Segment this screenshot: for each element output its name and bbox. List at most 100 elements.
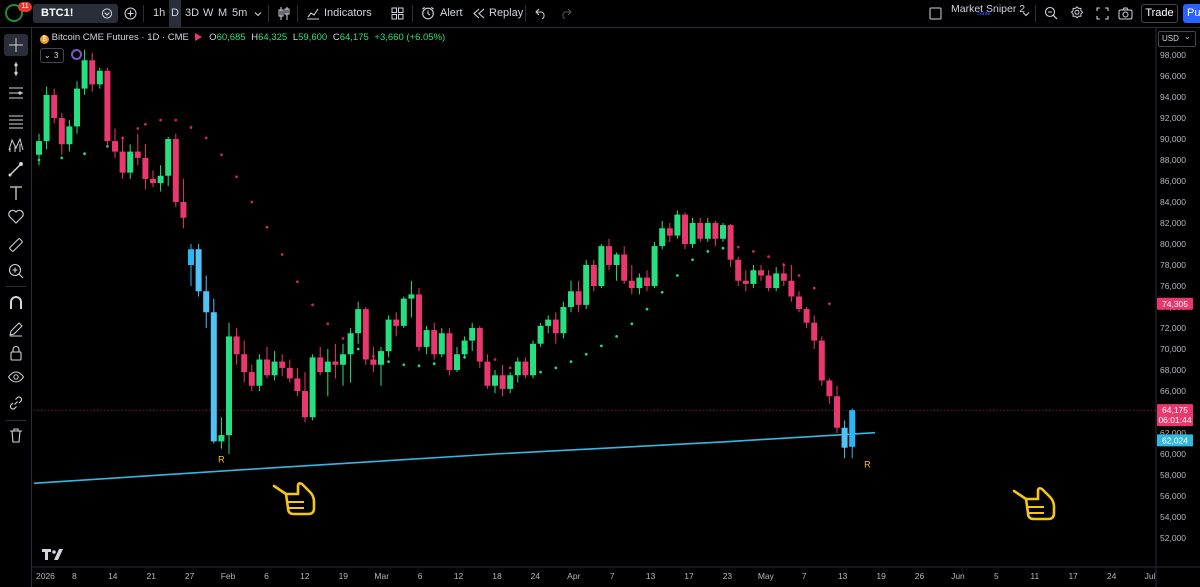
time-tick-label: 17 <box>1068 571 1078 581</box>
interval-1h[interactable]: 1h <box>153 0 165 27</box>
price-tick-label: 58,000 <box>1160 470 1186 480</box>
legend-o-label: O <box>209 32 217 43</box>
link-icon[interactable] <box>7 394 25 412</box>
candle-body <box>765 275 772 289</box>
candle-body <box>416 294 422 347</box>
gear-icon[interactable] <box>1070 6 1084 20</box>
ruler-icon[interactable] <box>7 236 25 254</box>
interval-m[interactable]: M <box>218 0 227 27</box>
publish-button[interactable]: Pu <box>1183 4 1200 23</box>
layout-save[interactable]: Save <box>977 9 991 19</box>
interval-w[interactable]: W <box>203 0 213 27</box>
magnet-icon[interactable] <box>7 294 25 312</box>
compare-add-icon[interactable] <box>124 7 137 20</box>
flag-icon[interactable] <box>194 33 202 41</box>
candle-body <box>127 151 134 173</box>
candle-body <box>644 277 650 286</box>
horizontal-lines-icon[interactable] <box>7 84 25 102</box>
time-axis[interactable]: 2026 8 14 21 27 Feb 6 12 19 Mar 6 12 18 24 Apr 7 13 17 23 M… <box>32 566 1200 581</box>
time-tick-label: Jul <box>1145 571 1156 581</box>
sar-dot <box>569 360 573 363</box>
candle-body <box>89 60 96 85</box>
brush-icon[interactable] <box>7 160 25 178</box>
trade-button[interactable]: Trade <box>1141 4 1178 23</box>
candle-body <box>727 225 734 260</box>
sar-dot <box>660 290 664 294</box>
candle-body <box>385 319 392 352</box>
candle-body <box>826 380 833 397</box>
sar-dot <box>136 127 140 130</box>
indicator-settings-icon[interactable] <box>71 49 82 60</box>
trend-line-icon[interactable] <box>7 60 25 78</box>
templates-grid-icon[interactable] <box>391 7 404 20</box>
candles-type-icon[interactable] <box>277 6 291 21</box>
candle-body <box>180 202 187 218</box>
pattern-tool-icon[interactable] <box>7 136 25 154</box>
candle-body <box>188 249 194 265</box>
crosshair-icon[interactable] <box>7 36 25 54</box>
candle-body <box>666 228 673 236</box>
candle-body <box>233 336 240 355</box>
replay-icon[interactable] <box>472 8 486 19</box>
logo-v <box>54 549 63 560</box>
lock-pencil-icon[interactable] <box>7 320 25 338</box>
alert-clock-icon[interactable] <box>421 6 435 20</box>
candle-body <box>74 88 80 127</box>
candle-body <box>651 246 658 286</box>
sar-dot <box>828 302 831 306</box>
candle-body <box>628 280 635 289</box>
alert-button[interactable]: Alert <box>440 0 463 27</box>
candle-body <box>552 319 559 334</box>
time-tick-label: 24 <box>531 571 541 581</box>
eye-icon[interactable] <box>101 8 113 19</box>
price-tick-label: 96,000 <box>1160 71 1186 81</box>
sar-dot <box>676 274 679 277</box>
chevron-down-icon[interactable] <box>254 10 262 18</box>
currency-select[interactable]: USD ⌄ <box>1158 31 1196 47</box>
interval-d[interactable]: D <box>169 0 181 27</box>
show-hide-eye-icon[interactable] <box>7 368 25 386</box>
replay-button[interactable]: Replay <box>489 0 523 27</box>
fullscreen-icon[interactable] <box>1096 7 1109 20</box>
legend-title[interactable]: Bitcoin CME Futures · 1D · CME <box>52 32 189 43</box>
sar-dot <box>554 366 558 370</box>
zoom-in-icon[interactable] <box>7 262 25 280</box>
symbol-search[interactable]: BTC1! <box>33 4 118 23</box>
price-chart[interactable]: 52,00054,00056,00058,00060,00062,00064,0… <box>32 28 1200 587</box>
camera-icon[interactable] <box>1118 7 1133 20</box>
candle-body <box>51 94 58 118</box>
undo-icon[interactable] <box>535 8 547 19</box>
tradingview-logo[interactable] <box>42 549 63 560</box>
candle-body <box>218 435 225 442</box>
sar-dot <box>706 249 710 253</box>
price-tick-label: 56,000 <box>1160 491 1186 501</box>
heart-icon[interactable] <box>7 208 25 226</box>
candle-body <box>803 309 810 323</box>
sar-dot <box>691 258 694 262</box>
indicator-count: 3 <box>54 51 59 60</box>
pointing-hand-icon <box>272 482 316 516</box>
legend-close: 64,175 <box>339 32 369 43</box>
text-tool-icon[interactable] <box>7 184 25 202</box>
indicators-icon[interactable] <box>306 6 320 20</box>
layout-square-icon[interactable] <box>929 7 942 20</box>
quick-search-icon[interactable] <box>1044 6 1058 20</box>
interval-5m[interactable]: 5m <box>232 0 247 27</box>
top-toolbar: 11 BTC1! 1h D 3D W M 5m Indicators Alert… <box>0 0 1200 28</box>
chevron-down-icon[interactable] <box>1022 10 1030 18</box>
lock-icon[interactable] <box>7 344 25 362</box>
fib-pitchfork-icon[interactable] <box>7 112 25 130</box>
candle-body <box>96 70 103 85</box>
indicators-toggle[interactable]: ⌄ 3 <box>40 48 64 63</box>
time-tick-label: 6 <box>264 571 269 581</box>
candle-body <box>256 359 263 386</box>
interval-3d[interactable]: 3D <box>185 0 199 27</box>
candle-body <box>484 361 491 386</box>
symbol-label: BTC1! <box>41 7 74 19</box>
candle-body <box>119 151 126 173</box>
indicators-button[interactable]: Indicators <box>324 0 372 27</box>
trash-icon[interactable] <box>7 426 25 444</box>
candle-body <box>742 280 749 284</box>
candle-body <box>446 333 453 370</box>
price-tick-label: 78,000 <box>1160 260 1186 270</box>
